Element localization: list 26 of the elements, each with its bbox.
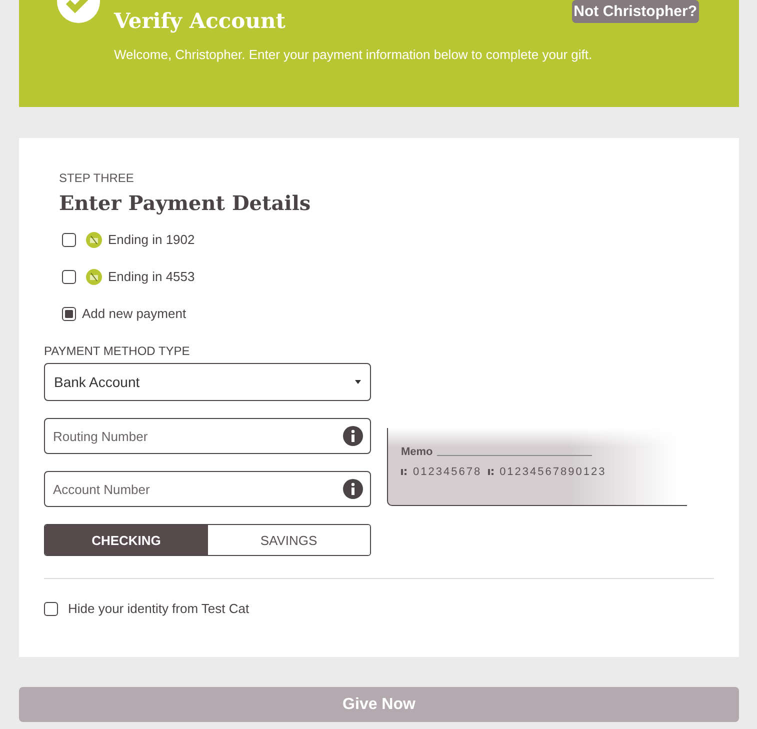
checkbox[interactable]	[62, 306, 76, 320]
caret-icon	[355, 380, 361, 384]
step-label: STEP THREE	[59, 171, 135, 185]
field-label: PAYMENT METHOD TYPE	[44, 344, 191, 358]
info-icon	[343, 479, 363, 499]
payment-option-label: Ending in 4553	[108, 269, 195, 284]
info-icon	[343, 426, 363, 446]
welcome-message: Welcome, Christopher. Enter your payment information below to complete your gift.	[114, 47, 592, 62]
checkbox[interactable]	[44, 602, 58, 616]
account-type-toggle[interactable]: CHECKING	[45, 525, 208, 555]
checkbox[interactable]	[62, 232, 76, 246]
checkbox-label: Hide your identity from Test Cat	[68, 601, 250, 616]
switch-user-button[interactable]: Not Christopher?	[572, 0, 699, 23]
payment-type-dropdown[interactable]: Bank Account	[44, 363, 371, 401]
step-title: Enter Payment Details	[59, 191, 312, 215]
routing-number-text: 012345678	[413, 466, 482, 478]
input-field[interactable]: Account Number	[44, 471, 371, 507]
payment-option-label: Ending in 1902	[108, 232, 195, 247]
routing-symbol-icon	[401, 468, 407, 476]
account-number-text: 01234567890123	[500, 466, 606, 478]
payment-option-label: Add new payment	[82, 306, 186, 321]
memo-label: Memo	[401, 446, 433, 458]
header-title: Verify Account	[114, 8, 286, 33]
input-field[interactable]: Routing Number	[44, 418, 371, 454]
routing-symbol-icon	[488, 468, 494, 476]
checkbox[interactable]	[62, 270, 76, 284]
